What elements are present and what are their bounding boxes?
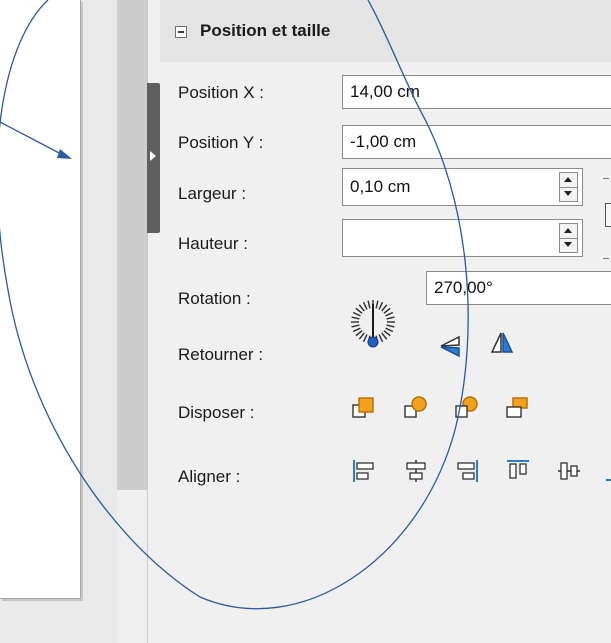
dial-tick <box>378 301 384 310</box>
dial-tick <box>383 307 391 314</box>
align-middle-icon[interactable] <box>556 458 582 484</box>
align-label: Aligner : <box>178 467 241 486</box>
width-label: Largeur : <box>178 184 247 203</box>
align-top-icon[interactable] <box>505 458 531 484</box>
flip-horizontal-icon[interactable] <box>489 330 515 356</box>
dial-tick <box>352 327 361 333</box>
minus-box-icon[interactable] <box>175 26 187 38</box>
dial-tick <box>358 332 365 340</box>
align-bottom-icon[interactable] <box>606 479 611 481</box>
height-spinner[interactable] <box>559 223 578 253</box>
dial-tick <box>351 316 360 320</box>
flip-label: Retourner : <box>178 345 264 364</box>
dial-tick <box>358 304 365 312</box>
vertical-scrollbar[interactable] <box>117 0 147 643</box>
forward-one-icon[interactable] <box>403 395 429 421</box>
rotation-field[interactable]: 270,00° <box>426 271 611 305</box>
expand-arrow-icon[interactable] <box>150 151 156 161</box>
position-x-field[interactable]: 14,00 cm <box>342 75 611 109</box>
arrange-label: Disposer : <box>178 403 255 422</box>
width-field[interactable]: 0,10 cm <box>342 168 583 206</box>
height-field[interactable] <box>342 219 583 257</box>
dial-tick <box>385 311 394 317</box>
dial-tick <box>351 324 360 328</box>
dial-tick <box>362 334 368 343</box>
document-canvas[interactable] <box>0 0 117 643</box>
spin-down-icon[interactable] <box>560 238 577 252</box>
width-spinner[interactable] <box>559 172 578 202</box>
position-y-field[interactable]: -1,00 cm <box>342 125 611 159</box>
height-label: Hauteur : <box>178 234 248 253</box>
keep-ratio-icon[interactable] <box>605 203 611 227</box>
sidebar-panel: Position et taille Position X : 14,00 cm… <box>148 0 611 643</box>
spin-up-icon[interactable] <box>560 173 577 188</box>
rotation-label: Rotation : <box>178 289 251 308</box>
panel-title: Position et taille <box>200 21 331 40</box>
bring-to-front-icon[interactable] <box>351 395 377 421</box>
dial-tick <box>355 307 363 314</box>
dial-tick <box>381 304 388 312</box>
send-to-back-icon[interactable] <box>505 395 531 421</box>
dial-tick <box>381 332 388 340</box>
dial-tick <box>375 300 379 309</box>
position-y-label: Position Y : <box>178 133 264 152</box>
dial-tick <box>362 301 368 310</box>
align-right-icon[interactable] <box>454 458 480 484</box>
sidebar-splitter[interactable] <box>147 83 160 233</box>
position-x-label: Position X : <box>178 83 264 102</box>
flip-vertical-icon[interactable] <box>437 333 463 359</box>
rotation-dial-icon[interactable] <box>341 284 401 354</box>
ratio-line <box>603 178 609 179</box>
back-one-icon[interactable] <box>454 395 480 421</box>
dial-tick <box>367 300 371 309</box>
dial-tick <box>386 316 395 320</box>
scrollbar-thumb[interactable] <box>117 0 147 490</box>
dial-tick <box>383 330 391 337</box>
ratio-line <box>603 258 609 259</box>
dial-tick <box>385 327 394 333</box>
dial-tick <box>386 324 395 328</box>
align-left-icon[interactable] <box>351 458 377 484</box>
document-page[interactable] <box>0 0 81 599</box>
align-center-icon[interactable] <box>403 458 429 484</box>
dial-tick <box>355 330 363 337</box>
dial-tick <box>378 334 384 343</box>
spin-up-icon[interactable] <box>560 224 577 239</box>
spin-down-icon[interactable] <box>560 187 577 201</box>
libreoffice-sidebar-screenshot: Position et taille Position X : 14,00 cm… <box>0 0 611 643</box>
dial-tick <box>352 311 361 317</box>
